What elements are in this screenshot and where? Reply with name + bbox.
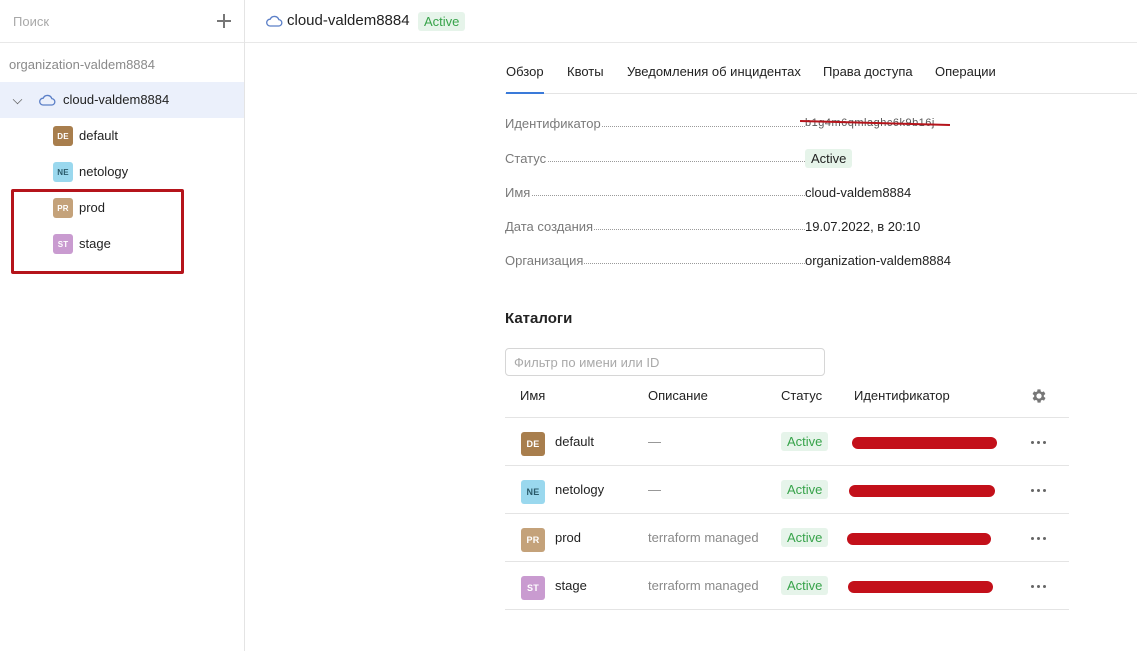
folder-badge: NE [521, 480, 545, 504]
more-actions-icon[interactable] [1029, 578, 1049, 594]
table-row[interactable]: NE netology — Active [505, 466, 1069, 514]
tab-operations[interactable]: Операции [935, 64, 996, 79]
page-header: cloud-valdem8884 Active [245, 0, 1137, 43]
column-header-description[interactable]: Описание [648, 388, 708, 403]
dotted-leader [505, 161, 805, 162]
sidebar-cloud-label: cloud-valdem8884 [63, 92, 170, 107]
folder-badge: DE [521, 432, 545, 456]
redacted-id [848, 581, 993, 593]
tab-quotas[interactable]: Квоты [567, 64, 604, 79]
info-row-name: Имя cloud-valdem8884 [505, 185, 965, 205]
sidebar: organization-valdem8884 cloud-valdem8884… [0, 0, 245, 651]
info-label: Имя [505, 185, 532, 200]
status-badge: Active [418, 12, 466, 31]
status-badge: Active [781, 528, 829, 547]
folder-badge: ST [521, 576, 545, 600]
catalog-filter-input[interactable] [505, 348, 825, 376]
sidebar-item-label: default [79, 128, 119, 143]
tab-overview[interactable]: Обзор [506, 64, 544, 94]
info-row-status: Статус Active [505, 149, 965, 171]
more-actions-icon[interactable] [1029, 530, 1049, 546]
gear-icon[interactable] [1030, 387, 1048, 405]
redacted-id [852, 437, 997, 449]
sidebar-item-label: netology [79, 164, 129, 179]
info-label: Идентификатор [505, 116, 602, 131]
sidebar-search-input[interactable] [13, 13, 216, 29]
folder-badge: PR [521, 528, 545, 552]
redacted-id [847, 533, 991, 545]
catalog-description: terraform managed [648, 530, 759, 545]
catalog-name[interactable]: prod [555, 530, 581, 545]
page-title: cloud-valdem8884 [287, 12, 410, 29]
organization-name[interactable]: organization-valdem8884 [9, 57, 155, 72]
folder-badge: DE [53, 126, 73, 146]
redacted-id [849, 485, 995, 497]
tab-access-rights[interactable]: Права доступа [823, 64, 913, 79]
chevron-down-icon[interactable] [12, 94, 23, 105]
info-row-organization: Организация organization-valdem8884 [505, 253, 965, 273]
sidebar-item-netology[interactable]: NE netology [0, 154, 244, 190]
status-badge: Active [781, 480, 829, 499]
folder-badge: NE [53, 162, 73, 182]
catalog-description: — [648, 482, 661, 497]
dotted-leader [505, 195, 805, 196]
info-value: 19.07.2022, в 20:10 [805, 219, 921, 234]
sidebar-search-row [0, 0, 244, 43]
info-value[interactable]: organization-valdem8884 [805, 253, 951, 268]
info-label: Статус [505, 151, 548, 166]
table-header: Имя Описание Статус Идентификатор [505, 380, 1069, 418]
add-icon[interactable] [216, 13, 232, 29]
info-label: Организация [505, 253, 585, 268]
catalog-description: — [648, 434, 661, 449]
catalogs-title: Каталоги [505, 310, 573, 327]
status-badge: Active [805, 149, 853, 168]
catalog-name[interactable]: netology [555, 482, 604, 497]
column-header-id[interactable]: Идентификатор [854, 388, 950, 403]
table-row[interactable]: PR prod terraform managed Active [505, 514, 1069, 562]
catalog-name[interactable]: default [555, 434, 594, 449]
highlight-annotation-box [11, 189, 184, 274]
table-row[interactable]: ST stage terraform managed Active [505, 562, 1069, 610]
info-label: Дата создания [505, 219, 595, 234]
more-actions-icon[interactable] [1029, 482, 1049, 498]
more-actions-icon[interactable] [1029, 434, 1049, 450]
column-header-status[interactable]: Статус [781, 388, 822, 403]
catalog-description: terraform managed [648, 578, 759, 593]
tab-incident-notifications[interactable]: Уведомления об инцидентах [627, 64, 801, 79]
table-row[interactable]: DE default — Active [505, 418, 1069, 466]
sidebar-item-cloud[interactable]: cloud-valdem8884 [0, 82, 244, 118]
info-row-created: Дата создания 19.07.2022, в 20:10 [505, 219, 965, 239]
column-header-name[interactable]: Имя [520, 388, 545, 403]
cloud-icon [266, 15, 283, 27]
cloud-icon [39, 94, 56, 106]
tab-bar: Обзор Квоты Уведомления об инцидентах Пр… [505, 58, 1137, 94]
info-value: cloud-valdem8884 [805, 185, 912, 200]
status-badge: Active [781, 432, 829, 451]
status-badge: Active [781, 576, 829, 595]
sidebar-item-default[interactable]: DE default [0, 118, 244, 154]
catalog-name[interactable]: stage [555, 578, 587, 593]
